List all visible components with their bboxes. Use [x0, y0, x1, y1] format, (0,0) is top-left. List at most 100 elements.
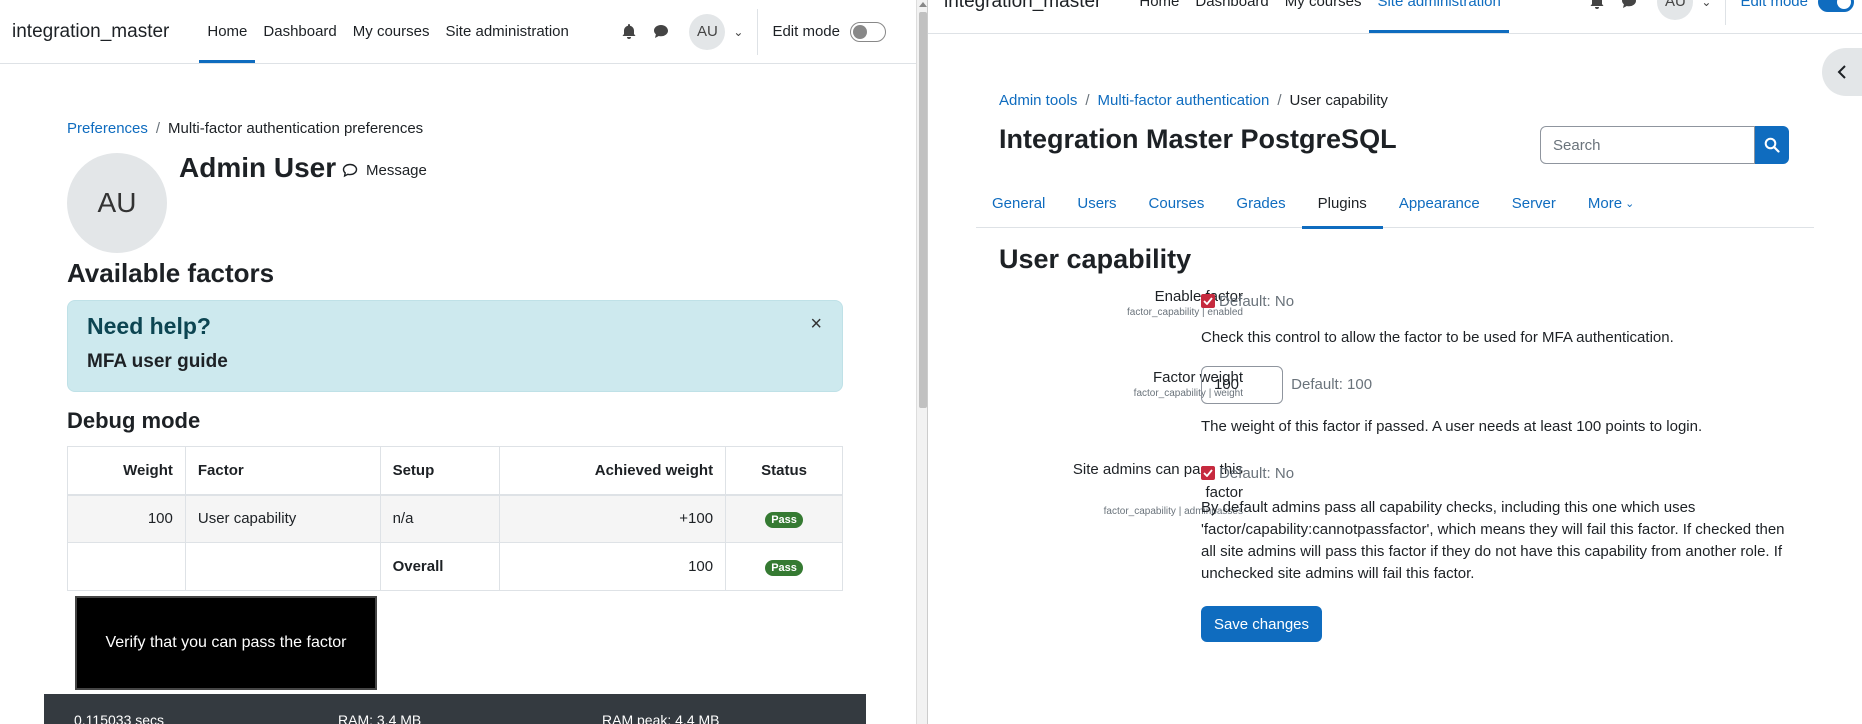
cell-overall: Overall: [379, 542, 501, 591]
top-navbar: integration_master Home Dashboard My cou…: [0, 0, 916, 64]
nav-divider: [1725, 0, 1727, 25]
search-input[interactable]: Search: [1540, 126, 1755, 164]
default-value: Default: No: [1219, 464, 1295, 482]
chat-icon[interactable]: [651, 22, 671, 42]
tab-general[interactable]: General: [976, 178, 1061, 228]
user-avatar: AU: [67, 153, 167, 253]
open-drawer-button[interactable]: [1822, 48, 1862, 96]
status-badge: Pass: [765, 559, 803, 576]
nav-my-courses[interactable]: My courses: [345, 0, 438, 63]
breadcrumb: Admin tools / Multi-factor authentication /…: [999, 92, 1388, 109]
save-changes-button[interactable]: Save changes: [1201, 606, 1322, 642]
nav-dashboard[interactable]: Dashboard: [255, 0, 344, 63]
footer-secs: 0.115033 secs: [74, 712, 165, 724]
debug-table: Weight Factor Setup Achieved weight Stat…: [67, 446, 843, 591]
primary-nav: Home Dashboard My courses Site administr…: [199, 0, 577, 63]
cell-factor: User capability: [184, 494, 381, 543]
cell-achieved: 100: [499, 542, 727, 591]
search-button[interactable]: [1755, 126, 1789, 164]
breadcrumb-separator: /: [1085, 92, 1090, 109]
site-brand[interactable]: integration_master: [12, 21, 169, 43]
tab-grades[interactable]: Grades: [1220, 178, 1301, 228]
breadcrumb-current: Multi-factor authentication preferences: [168, 120, 424, 137]
message-link[interactable]: Message: [342, 162, 427, 179]
breadcrumb-mfa[interactable]: Multi-factor authentication: [1098, 92, 1270, 109]
nav-site-administration[interactable]: Site administration: [1369, 0, 1510, 33]
tab-server[interactable]: Server: [1496, 178, 1572, 228]
table-row: 100 User capability n/a +100 Pass: [67, 494, 843, 543]
setting-admin-control: Default: No By default admins pass all c…: [1201, 464, 1791, 585]
site-brand[interactable]: integration_master: [944, 0, 1101, 13]
debug-mode-heading: Debug mode: [67, 408, 201, 433]
user-menu-avatar[interactable]: AU: [689, 13, 726, 50]
nav-site-administration[interactable]: Site administration: [437, 0, 576, 63]
table-header-row: Weight Factor Setup Achieved weight Stat…: [67, 446, 843, 496]
user-name: Admin User: [179, 152, 337, 183]
scroll-up-icon[interactable]: [919, 2, 927, 7]
tab-plugins[interactable]: Plugins: [1301, 178, 1384, 229]
bell-icon[interactable]: [619, 22, 639, 42]
help-alert: Need help? MFA user guide ×: [67, 300, 843, 392]
footer-ram: RAM: 3.4 MB: [338, 712, 422, 724]
setting-description: By default admins pass all capability ch…: [1201, 498, 1785, 582]
breadcrumb-separator: /: [155, 120, 161, 137]
edit-mode-toggle[interactable]: [1818, 0, 1854, 12]
col-achieved-weight: Achieved weight: [499, 446, 727, 496]
breadcrumb-separator: /: [1277, 92, 1282, 109]
tab-appearance[interactable]: Appearance: [1383, 178, 1496, 228]
tab-more[interactable]: More ⌄: [1572, 178, 1650, 228]
page-title: Integration Master PostgreSQL: [999, 124, 1397, 154]
breadcrumb-current: User capability: [1289, 92, 1388, 109]
cell-status: Pass: [725, 494, 843, 543]
checkbox-checked-icon: [1201, 466, 1215, 480]
user-menu-avatar[interactable]: AU: [1657, 0, 1694, 20]
setting-description: The weight of this factor if passed. A u…: [1201, 418, 1703, 435]
enable-factor-checkbox[interactable]: Default: No: [1201, 293, 1294, 310]
primary-nav: Home Dashboard My courses Site administr…: [1131, 0, 1510, 33]
chat-icon[interactable]: [1619, 0, 1639, 12]
chevron-down-icon: ⌄: [1625, 197, 1635, 210]
col-status: Status: [725, 446, 843, 496]
bell-icon[interactable]: [1587, 0, 1607, 12]
chevron-down-icon[interactable]: ⌄: [733, 25, 743, 39]
nav-home[interactable]: Home: [1131, 0, 1187, 33]
table-row: Overall 100 Pass: [67, 542, 843, 591]
admin-tabs: General Users Courses Grades Plugins App…: [976, 178, 1814, 229]
tab-users[interactable]: Users: [1061, 178, 1132, 228]
cell-status: Pass: [725, 542, 843, 591]
cell-setup: n/a: [379, 494, 501, 543]
window-scrollbar[interactable]: [916, 0, 928, 724]
nav-divider: [757, 8, 759, 55]
status-badge: Pass: [765, 511, 803, 528]
chevron-down-icon[interactable]: ⌄: [1701, 0, 1711, 9]
nav-right: AU ⌄ Edit mode: [1581, 0, 1862, 33]
cell-empty: [67, 542, 186, 591]
nav-dashboard[interactable]: Dashboard: [1187, 0, 1276, 33]
nav-right: AU ⌄ Edit mode: [613, 0, 916, 63]
nav-home[interactable]: Home: [199, 0, 256, 63]
top-navbar: integration_master Home Dashboard My cou…: [928, 0, 1862, 34]
edit-mode-label: Edit mode: [772, 23, 840, 40]
tab-courses[interactable]: Courses: [1133, 178, 1221, 228]
col-weight: Weight: [67, 446, 186, 496]
message-label: Message: [366, 162, 427, 179]
edit-mode-toggle[interactable]: [850, 21, 886, 42]
cell-weight: 100: [67, 494, 186, 543]
tab-more-label: More: [1587, 194, 1623, 212]
factor-weight-input[interactable]: 100: [1201, 366, 1283, 404]
nav-my-courses[interactable]: My courses: [1277, 0, 1370, 33]
setting-description: Check this control to allow the factor t…: [1201, 328, 1674, 346]
cell-achieved: +100: [499, 494, 727, 543]
scrollbar-thumb[interactable]: [919, 12, 927, 408]
breadcrumb-preferences[interactable]: Preferences: [67, 120, 148, 137]
alert-guide-link[interactable]: MFA user guide: [87, 351, 228, 373]
admin-passes-checkbox[interactable]: Default: No: [1201, 465, 1294, 482]
close-icon[interactable]: ×: [810, 313, 822, 336]
breadcrumb-admin-tools[interactable]: Admin tools: [999, 92, 1077, 109]
checkbox-checked-icon: [1201, 294, 1215, 308]
default-value: Default: 100: [1291, 375, 1373, 393]
tooltip: Verify that you can pass the factor: [75, 596, 377, 690]
chevron-left-icon: [1837, 65, 1846, 79]
section-heading: User capability: [999, 244, 1192, 274]
cell-empty: [184, 542, 381, 591]
